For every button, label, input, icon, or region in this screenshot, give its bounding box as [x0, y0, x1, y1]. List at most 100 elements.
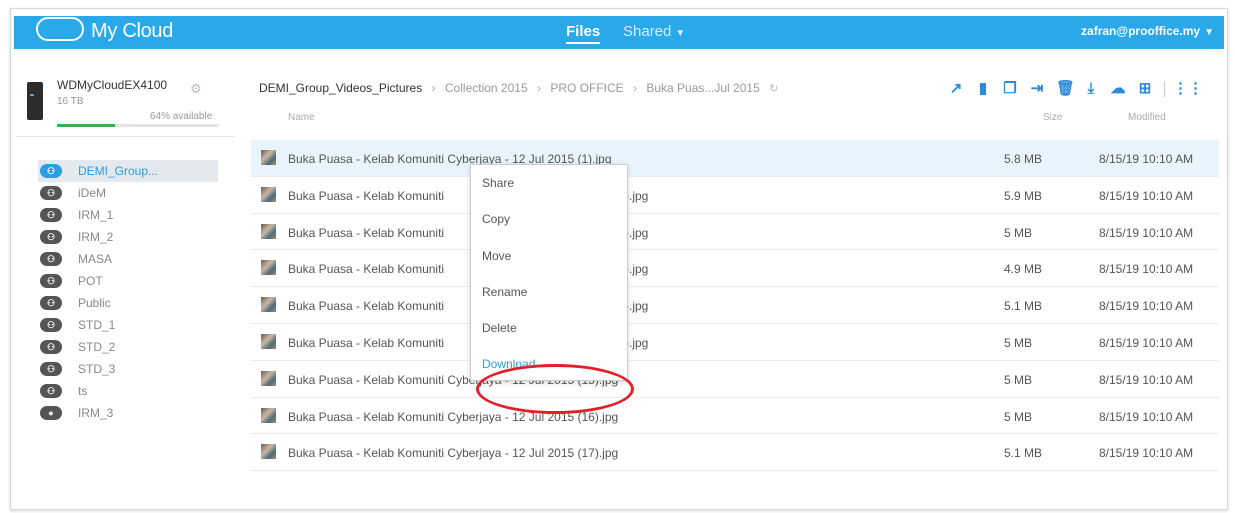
cloud-share-icon: ⚇: [40, 318, 62, 332]
cloud-share-icon: ⚇: [40, 164, 62, 178]
sidebar-item-label: IRM_2: [78, 230, 114, 244]
file-row[interactable]: Buka Puasa - Kelab Komuniti).jpg 5.1 MB 8/…: [251, 287, 1219, 324]
file-list: Buka Puasa - Kelab Komuniti Cyberjaya - …: [251, 140, 1219, 472]
file-name-text: Buka Puasa - Kelab Komuniti: [288, 225, 445, 240]
file-name-text: Buka Puasa - Kelab Komuniti Cyberjaya - …: [288, 446, 619, 461]
file-name-tail: ).jpg: [625, 188, 649, 203]
sidebar-item-share[interactable]: ⚇ iDeM: [38, 182, 238, 204]
file-name-text: Buka Puasa - Kelab Komuniti: [288, 299, 445, 314]
image-thumbnail: [261, 186, 276, 202]
menu-item-delete[interactable]: Delete: [482, 321, 517, 335]
nav-shared-tab[interactable]: Shared ▼: [623, 23, 685, 40]
sidebar-item-label: MASA: [78, 252, 113, 266]
file-row[interactable]: Buka Puasa - Kelab Komuniti Cyberjaya - …: [251, 434, 1219, 472]
sidebar-item-label: POT: [78, 274, 103, 288]
device-name[interactable]: WDMyCloudEX4100: [57, 78, 167, 92]
file-toolbar: ↗ ▮ ❐ ⇥ 🗑 ⤓ ☁ ⊞ ⋮⋮: [948, 81, 1203, 97]
user-menu[interactable]: zafran@prooffice.my ▼: [1081, 24, 1214, 38]
file-modified: 8/15/19 10:10 AM: [1099, 299, 1194, 314]
column-header-name[interactable]: Name: [288, 112, 315, 123]
sidebar-item-share[interactable]: ⚇ Public: [38, 292, 238, 314]
breadcrumb-current[interactable]: Buka Puas...Jul 2015: [646, 81, 759, 95]
sidebar-item-share[interactable]: ⚇ MASA: [38, 248, 238, 270]
sidebar-item-share[interactable]: ⚇ STD_1: [38, 314, 238, 336]
download-icon[interactable]: ⤓: [1083, 81, 1099, 97]
file-name: Buka Puasa - Kelab Komuniti ).jpg: [288, 335, 648, 350]
file-row[interactable]: Buka Puasa - Kelab Komuniti Cyberjaya - …: [251, 140, 1219, 177]
gear-icon[interactable]: ⚙: [190, 82, 202, 95]
sidebar-item-label: Public: [78, 296, 111, 310]
cloud-share-icon: ⚇: [40, 230, 62, 244]
file-name-text: Buka Puasa - Kelab Komuniti: [288, 335, 445, 350]
sidebar-item-share[interactable]: ⚇ ts: [38, 380, 238, 402]
file-size: 5.9 MB: [1004, 188, 1043, 203]
sidebar-item-share[interactable]: ⚇ DEMI_Group...: [38, 160, 218, 182]
file-size: 5 MB: [1004, 225, 1033, 240]
nav-shared-label: Shared: [623, 23, 672, 40]
sidebar-item-share[interactable]: ⚇ STD_2: [38, 336, 238, 358]
file-row[interactable]: Buka Puasa - Kelab Komuniti).jpg 4.9 MB 8/…: [251, 250, 1219, 288]
file-row[interactable]: Buka Puasa - Kelab Komuniti).jpg 5 MB 8/15…: [251, 214, 1219, 251]
file-size: 5 MB: [1004, 372, 1033, 387]
file-name-text: Buka Puasa - Kelab Komuniti: [288, 262, 445, 277]
upload-icon[interactable]: ☁: [1110, 81, 1126, 97]
sidebar-item-label: IRM_1: [78, 208, 114, 222]
top-bar: My Cloud Files Shared ▼ zafran@prooffice.…: [14, 16, 1224, 49]
menu-item-move[interactable]: Move: [482, 249, 511, 263]
breadcrumb-pro-office[interactable]: PRO OFFICE: [550, 81, 623, 95]
file-size: 5 MB: [1004, 335, 1033, 350]
cloud-share-icon: ⚇: [40, 340, 62, 354]
chevron-right-icon: ›: [536, 81, 541, 95]
menu-item-rename[interactable]: Rename: [482, 285, 527, 299]
share-icon[interactable]: ↗: [948, 81, 964, 97]
image-thumbnail: [261, 444, 276, 460]
file-name-tail: ).jpg: [625, 335, 649, 350]
column-header-modified[interactable]: Modified: [1128, 112, 1166, 123]
sidebar-item-share[interactable]: ⚇ STD_3: [38, 358, 238, 380]
share-list: ⚇ DEMI_Group... ⚇ iDeM ⚇ IRM_1 ⚇ IRM_2 ⚇ MASA ⚇ POT…: [38, 160, 238, 424]
copy-icon[interactable]: ❐: [1002, 81, 1018, 97]
file-size: 5.1 MB: [1004, 446, 1043, 461]
sidebar-item-label: STD_3: [78, 362, 116, 376]
menu-item-copy[interactable]: Copy: [482, 212, 510, 226]
toolbar-divider: [1164, 81, 1165, 97]
column-header-size[interactable]: Size: [1043, 112, 1062, 123]
file-row[interactable]: Buka Puasa - Kelab Komuniti).jpg 5.9 MB 8/…: [251, 177, 1219, 214]
grid-view-icon[interactable]: ⋮⋮: [1173, 81, 1203, 97]
device-available: 64% available: [150, 111, 213, 122]
menu-item-share[interactable]: Share: [482, 176, 514, 190]
export-icon[interactable]: ⇥: [1029, 81, 1045, 97]
chevron-down-icon: ▼: [675, 28, 686, 39]
file-row[interactable]: Buka Puasa - Kelab Komuniti).jpg 5 MB 8/15…: [251, 324, 1219, 361]
image-thumbnail: [261, 150, 276, 165]
trash-icon[interactable]: 🗑: [1056, 81, 1075, 97]
sidebar-item-label: IRM_3: [78, 406, 114, 420]
cloud-share-icon: ⚇: [40, 252, 62, 266]
sidebar-item-label: STD_1: [78, 318, 116, 332]
storage-bar: [57, 124, 219, 127]
file-name: Buka Puasa - Kelab Komuniti ).jpg: [288, 299, 648, 314]
file-name: Buka Puasa - Kelab Komuniti).jpg: [288, 189, 648, 203]
image-thumbnail: [261, 407, 276, 423]
cloud-share-icon: ⚇: [40, 274, 62, 288]
sidebar-item-share[interactable]: ⚇ IRM_1: [38, 204, 238, 226]
sidebar-item-label: ts: [78, 384, 88, 398]
sidebar-item-share[interactable]: ● IRM_3: [38, 402, 238, 424]
nav-files-tab[interactable]: Files: [566, 23, 601, 44]
sidebar-item-share[interactable]: ⚇ POT: [38, 270, 238, 292]
file-row[interactable]: Buka Puasa - Kelab Komuniti Cyberjaya - …: [251, 361, 1219, 398]
cloud-share-icon: ⚇: [40, 296, 62, 310]
file-row[interactable]: Buka Puasa - Kelab Komuniti Cyberjaya - …: [251, 398, 1219, 435]
refresh-icon[interactable]: ↻: [769, 83, 778, 95]
new-folder-icon[interactable]: ⊞: [1137, 81, 1153, 97]
app-title: My Cloud: [91, 20, 174, 42]
breadcrumb-root[interactable]: DEMI_Group_Videos_Pictures: [259, 81, 422, 95]
image-thumbnail: [261, 333, 276, 349]
sidebar-item-share[interactable]: ⚇ IRM_2: [38, 226, 238, 248]
chevron-down-icon: ▼: [1204, 27, 1214, 38]
file-name-tail: ).jpg: [625, 299, 649, 314]
file-size: 5 MB: [1004, 409, 1033, 424]
move-icon[interactable]: ▮: [975, 81, 991, 97]
breadcrumb-collection[interactable]: Collection 2015: [445, 81, 528, 95]
cloud-share-icon: ⚇: [40, 362, 62, 376]
